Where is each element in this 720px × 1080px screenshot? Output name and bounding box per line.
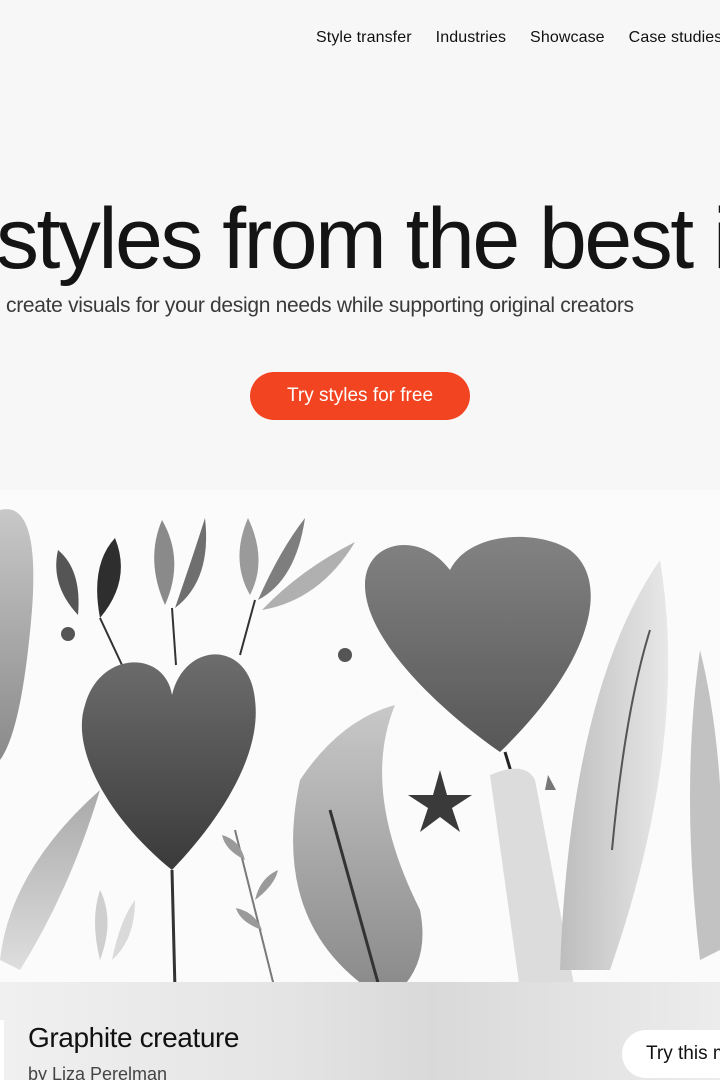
style-author: by Liza Perelman [28,1064,168,1080]
page: Style transfer Industries Showcase Case … [0,0,720,1080]
top-nav: Style transfer Industries Showcase Case … [316,29,720,47]
hero-subheadline: create visuals for your design needs whi… [6,294,634,317]
style-artwork [0,490,720,990]
nav-showcase[interactable]: Showcase [530,29,605,47]
try-styles-button[interactable]: Try styles for free [250,372,470,420]
graphite-flowers-illustration [0,509,720,990]
try-this-mood-button[interactable]: Try this mood [622,1030,720,1078]
hero-headline: styles from the best illustrators [0,191,720,287]
style-card[interactable]: Graphite creature by Liza Perelman Try t… [0,982,720,1080]
card-edge-highlight [0,1020,4,1080]
nav-case-studies[interactable]: Case studies [629,29,720,47]
nav-style-transfer[interactable]: Style transfer [316,29,412,47]
style-title: Graphite creature [28,1022,240,1053]
nav-industries[interactable]: Industries [436,29,506,47]
